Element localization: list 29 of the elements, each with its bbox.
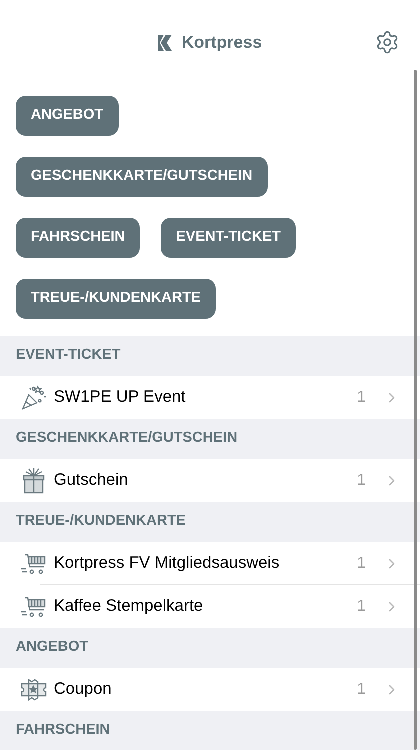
list-item[interactable]: SW1PE UP Event 1: [0, 376, 420, 419]
item-count: 1: [357, 596, 366, 616]
section-header: TREUE-/KUNDENKARTE: [0, 502, 420, 542]
item-name: Kaffee Stempelkarte: [54, 596, 204, 618]
list-item[interactable]: Coupon 1: [0, 668, 420, 711]
filter-chip[interactable]: GESCHENKKARTE/GUTSCHEIN: [16, 157, 268, 197]
section-header: EVENT-TICKET: [0, 336, 420, 376]
filter-chip[interactable]: EVENT-TICKET: [161, 218, 296, 258]
item-name: SW1PE UP Event: [54, 387, 187, 408]
section-header: GESCHENKKARTE/GUTSCHEIN: [0, 419, 420, 459]
filter-chip[interactable]: ANGEBOT: [16, 96, 118, 136]
settings-button[interactable]: [375, 30, 400, 55]
filter-chip[interactable]: FAHRSCHEIN: [16, 218, 140, 258]
logo-icon: [158, 34, 172, 50]
list-item[interactable]: Kaffee Stempelkarte 1: [0, 585, 420, 628]
item-count: 1: [357, 680, 366, 700]
filter-chip[interactable]: TREUE-/KUNDENKARTE: [16, 279, 216, 319]
item-name: Gutschein: [54, 470, 130, 492]
section-header: FAHRSCHEIN: [0, 711, 420, 750]
item-count: 1: [357, 470, 366, 490]
party-popper-icon: [20, 384, 48, 412]
list-item[interactable]: Gutschein 1: [0, 459, 420, 502]
item-name: Kortpress FV Mitgliedsausweis: [54, 553, 281, 574]
list-item[interactable]: Kortpress FV Mitgliedsausweis 1: [0, 542, 420, 585]
item-count: 1: [357, 388, 366, 408]
app-title: Kortpress: [182, 32, 262, 54]
item-name: Coupon: [54, 679, 113, 700]
item-count: 1: [357, 554, 366, 574]
section-header: ANGEBOT: [0, 628, 420, 668]
